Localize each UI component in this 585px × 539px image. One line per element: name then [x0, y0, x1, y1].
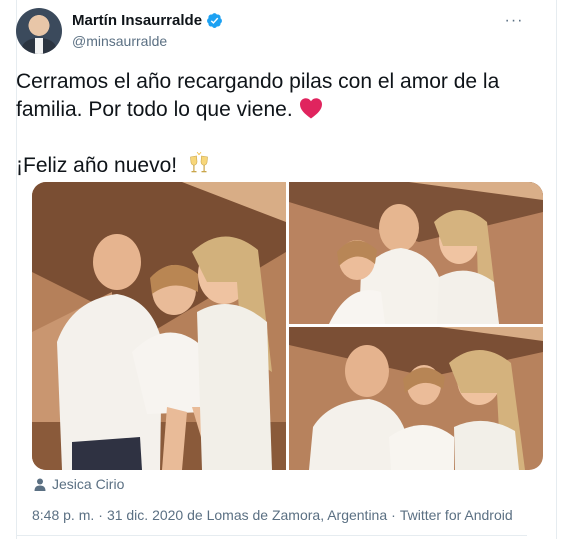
- clinking-glasses-icon: [190, 152, 208, 173]
- red-heart-icon: [299, 98, 322, 119]
- meta-separator: ·: [98, 507, 103, 523]
- more-options-icon[interactable]: ···: [502, 12, 526, 36]
- person-icon: [34, 478, 46, 491]
- tweet-line-2-text: ¡Feliz año nuevo!: [16, 154, 178, 177]
- avatar-shirt: [35, 38, 43, 54]
- tweet-location[interactable]: de Lomas de Zamora, Argentina: [187, 507, 387, 523]
- author-name-row[interactable]: Martín Insaurralde: [72, 12, 223, 29]
- family-photo-bottom-right[interactable]: [289, 327, 543, 470]
- tweet-meta: 8:48 p. m. · 31 dic. 2020 de Lomas de Zamo…: [32, 507, 513, 523]
- family-photo-large-image: [32, 182, 286, 470]
- family-photo-bottom-right-image: [289, 327, 543, 470]
- tweet-header: Martín Insaurralde @minsaurralde ···: [16, 8, 526, 56]
- family-photo-top-right[interactable]: [289, 182, 543, 324]
- divider: [16, 535, 527, 536]
- tweet-line-2: ¡Feliz año nuevo!: [16, 152, 526, 180]
- author-display-name[interactable]: Martín Insaurralde: [72, 12, 202, 29]
- tagged-users[interactable]: Jesica Cirio: [34, 476, 124, 492]
- tweet-text: Cerramos el año recargando pilas con el …: [16, 68, 526, 180]
- media-grid: [32, 182, 543, 470]
- family-photo-large[interactable]: [32, 182, 286, 470]
- meta-separator-2: ·: [391, 507, 396, 523]
- tweet-line-1: Cerramos el año recargando pilas con el …: [16, 68, 526, 124]
- tweet-time[interactable]: 8:48 p. m.: [32, 507, 94, 523]
- verified-badge-icon: [207, 13, 222, 28]
- author-avatar[interactable]: [16, 8, 62, 54]
- tagged-user-name[interactable]: Jesica Cirio: [52, 476, 124, 492]
- tweet-date[interactable]: 31 dic. 2020: [107, 507, 183, 523]
- author-names: Martín Insaurralde @minsaurralde: [72, 12, 223, 49]
- tweet-line-1-text: Cerramos el año recargando pilas con el …: [16, 70, 500, 121]
- author-handle[interactable]: @minsaurralde: [72, 33, 223, 49]
- family-photo-top-right-image: [289, 182, 543, 324]
- tweet-source[interactable]: Twitter for Android: [400, 507, 513, 523]
